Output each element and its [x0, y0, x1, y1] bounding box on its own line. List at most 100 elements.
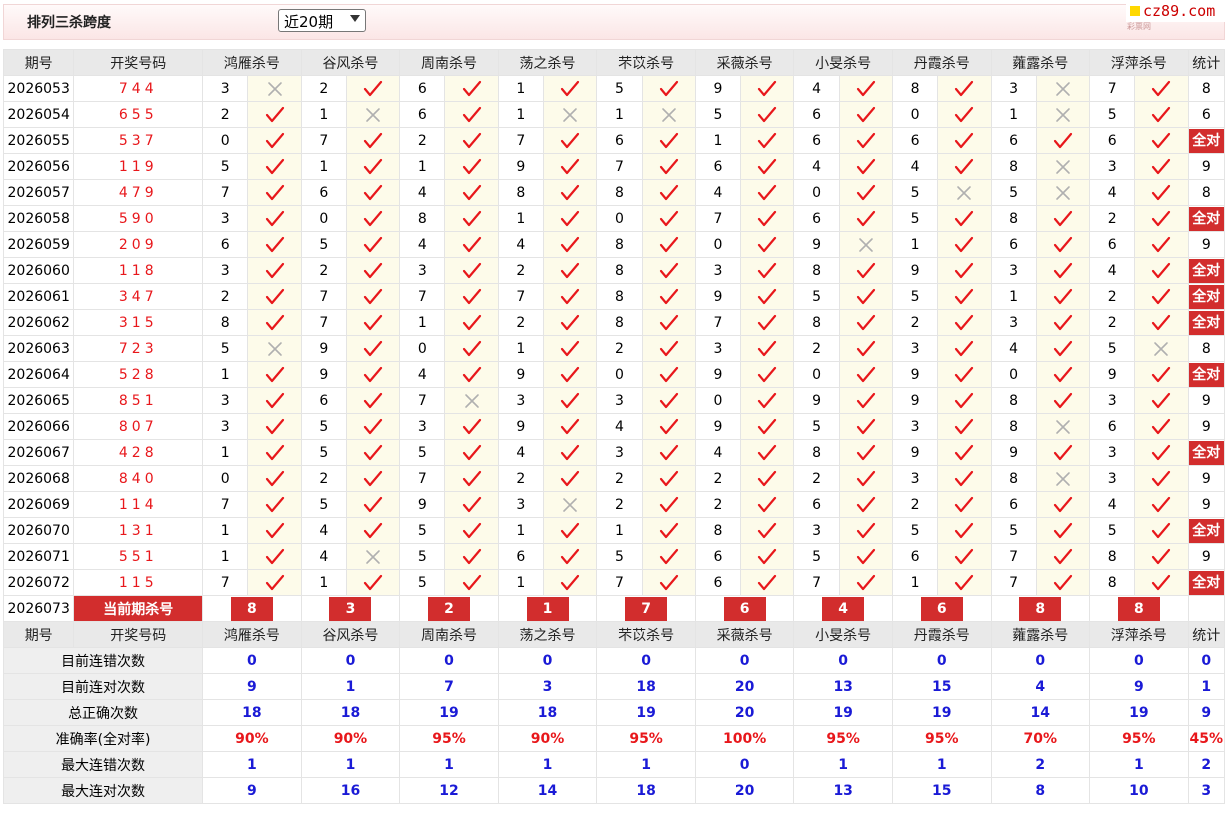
kill-number: 3 — [891, 465, 939, 492]
result-wrong — [247, 335, 302, 362]
issue-number: 2026058 — [2, 205, 75, 232]
result-correct — [838, 517, 893, 544]
column-header-expert: 蕹露杀号 — [990, 621, 1091, 648]
check-icon — [758, 496, 777, 512]
column-header-expert: 丹霞杀号 — [891, 49, 992, 76]
result-correct — [937, 569, 992, 596]
kill-number: 1 — [202, 439, 249, 466]
check-icon — [265, 106, 284, 122]
kill-number: 6 — [891, 543, 939, 570]
result-correct — [345, 231, 401, 258]
kill-number: 4 — [793, 153, 840, 180]
result-correct — [1035, 127, 1091, 154]
current-kill-cell: 3 — [300, 595, 401, 622]
kill-number: 0 — [202, 465, 249, 492]
summary-value: 18 — [300, 699, 401, 726]
row-stat: 9 — [1187, 153, 1226, 180]
check-icon — [659, 548, 678, 564]
kill-number: 0 — [694, 231, 742, 258]
check-icon — [955, 262, 974, 278]
kill-number: 5 — [891, 283, 939, 310]
summary-value: 100% — [694, 725, 795, 752]
summary-value: 9 — [1089, 673, 1189, 700]
cross-icon — [464, 393, 479, 408]
table-row: 2026061 347 2 7 7 7 8 9 5 5 1 2 全对 — [2, 283, 1226, 310]
current-kill-number: 1 — [526, 596, 569, 621]
check-icon — [856, 548, 875, 564]
kill-number: 5 — [202, 153, 249, 180]
row-stat: 全对 — [1187, 361, 1226, 388]
check-icon — [758, 470, 777, 486]
result-correct — [838, 309, 893, 336]
result-correct — [444, 517, 499, 544]
kill-number: 7 — [990, 569, 1037, 596]
result-wrong — [543, 491, 598, 518]
kill-number: 6 — [202, 231, 249, 258]
kill-number: 2 — [1089, 205, 1136, 232]
kill-number: 0 — [300, 205, 347, 232]
winning-number: 114 — [73, 491, 204, 518]
check-icon — [561, 158, 580, 174]
period-select[interactable]: 近20期 — [278, 9, 366, 32]
row-stat: 9 — [1187, 231, 1226, 258]
current-kill-cell: 4 — [793, 595, 893, 622]
kill-number: 1 — [300, 569, 347, 596]
summary-row: 目前连对次数 9 1 7 3 18 20 13 15 4 9 1 — [2, 673, 1226, 700]
all-correct-badge: 全对 — [1189, 206, 1224, 231]
summary-label: 目前连对次数 — [2, 673, 204, 700]
summary-value: 12 — [399, 777, 499, 804]
winning-number: 315 — [73, 309, 204, 336]
result-correct — [345, 387, 401, 414]
check-icon — [856, 132, 875, 148]
summary-value: 1 — [300, 751, 401, 778]
result-correct — [543, 179, 598, 206]
kill-number: 1 — [497, 569, 545, 596]
check-icon — [1152, 366, 1171, 382]
check-icon — [1152, 522, 1171, 538]
result-correct — [345, 439, 401, 466]
site-logo[interactable]: cz89.com — [1126, 2, 1228, 22]
kill-number: 2 — [1089, 283, 1136, 310]
result-correct — [838, 283, 893, 310]
check-icon — [265, 314, 284, 330]
kill-number: 7 — [1089, 75, 1136, 102]
result-correct — [740, 283, 795, 310]
check-icon — [561, 548, 580, 564]
column-header-expert: 周南杀号 — [399, 49, 499, 76]
winning-number: 209 — [73, 231, 204, 258]
check-icon — [1053, 444, 1072, 460]
kill-number: 6 — [1089, 127, 1136, 154]
summary-value: 0 — [990, 647, 1091, 674]
kill-number: 3 — [399, 257, 446, 284]
table-row: 2026072 115 7 1 5 1 7 6 7 1 7 8 全对 — [2, 569, 1226, 596]
kill-number: 1 — [202, 361, 249, 388]
kill-number: 2 — [202, 283, 249, 310]
kill-number: 1 — [694, 127, 742, 154]
current-kill-label: 当前期杀号 — [73, 595, 204, 622]
kill-number: 8 — [990, 413, 1037, 440]
check-icon — [363, 132, 383, 148]
current-kill-number: 8 — [1019, 596, 1062, 621]
summary-stat: 45% — [1187, 725, 1226, 752]
result-correct — [1134, 75, 1189, 102]
kill-number: 7 — [202, 569, 249, 596]
result-wrong — [247, 75, 302, 102]
result-correct — [740, 335, 795, 362]
kill-number: 7 — [202, 491, 249, 518]
kill-number: 3 — [891, 413, 939, 440]
summary-value: 13 — [793, 777, 893, 804]
summary-row: 准确率(全对率) 90% 90% 95% 90% 95% 100% 95% 95% 70% 95% 4… — [2, 725, 1226, 752]
current-kill-cell: 7 — [596, 595, 696, 622]
kill-number: 4 — [694, 439, 742, 466]
check-icon — [758, 392, 777, 408]
current-kill-number: 6 — [920, 596, 963, 621]
result-correct — [543, 75, 598, 102]
kill-number: 5 — [596, 543, 643, 570]
issue-number: 2026068 — [2, 465, 75, 492]
check-icon — [462, 548, 481, 564]
kill-number: 7 — [793, 569, 840, 596]
kill-number: 6 — [694, 569, 742, 596]
result-correct — [740, 517, 795, 544]
kill-number: 5 — [399, 569, 446, 596]
result-correct — [345, 153, 401, 180]
